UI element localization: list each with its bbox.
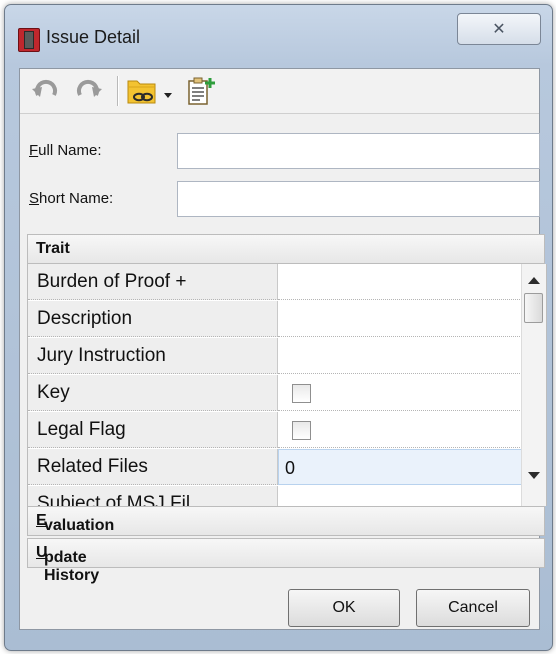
evaluation-title-rest: valuation bbox=[44, 517, 115, 534]
trait-name: Related Files bbox=[28, 449, 278, 485]
update-history-section-title: Update History bbox=[36, 544, 99, 584]
redo-icon[interactable] bbox=[70, 75, 106, 107]
cancel-button[interactable]: Cancel bbox=[416, 589, 530, 627]
update-history-section-header[interactable]: Update History bbox=[27, 538, 545, 584]
full-name-accesskey: F bbox=[29, 142, 39, 159]
ok-button[interactable]: OK bbox=[288, 589, 400, 627]
toolbar-separator bbox=[117, 76, 119, 106]
issue-detail-window: Issue Detail ✕ Full Name: Short Name: Tr… bbox=[4, 4, 553, 651]
short-name-input[interactable] bbox=[177, 181, 540, 217]
scroll-down-arrow-icon[interactable] bbox=[528, 472, 540, 479]
trait-value[interactable]: 0 bbox=[278, 449, 522, 485]
trait-name: Burden of Proof + bbox=[28, 264, 278, 300]
full-name-label-rest: ull Name: bbox=[38, 142, 102, 159]
trait-name: Legal Flag bbox=[28, 412, 278, 448]
evaluation-section-title: Evaluation bbox=[36, 512, 114, 534]
trait-value[interactable] bbox=[278, 338, 522, 374]
full-name-row: Full Name: bbox=[20, 129, 540, 173]
full-name-input[interactable] bbox=[177, 133, 540, 169]
trait-value-checkbox-cell bbox=[278, 375, 522, 411]
title-bar[interactable]: Issue Detail ✕ bbox=[5, 5, 552, 65]
toolbar bbox=[20, 69, 539, 114]
trait-name: Description bbox=[28, 301, 278, 337]
trait-value[interactable] bbox=[278, 264, 522, 300]
short-name-label: Short Name: bbox=[29, 190, 113, 207]
short-name-label-rest: hort Name: bbox=[39, 190, 114, 207]
close-button[interactable]: ✕ bbox=[457, 13, 541, 45]
trait-name: Key bbox=[28, 375, 278, 411]
legal-flag-checkbox[interactable] bbox=[292, 421, 311, 440]
trait-row[interactable]: Related Files 0 bbox=[28, 449, 522, 486]
trait-row[interactable]: Jury Instruction bbox=[28, 338, 522, 375]
window-title: Issue Detail bbox=[46, 27, 141, 47]
trait-grid: Burden of Proof + Description Jury Instr… bbox=[27, 264, 547, 506]
undo-icon[interactable] bbox=[28, 75, 64, 107]
update-history-title-rest: pdate History bbox=[44, 549, 100, 584]
full-name-label: Full Name: bbox=[29, 142, 102, 159]
trait-name: Jury Instruction bbox=[28, 338, 278, 374]
trait-row[interactable]: Legal Flag bbox=[28, 412, 522, 449]
dialog-body: Full Name: Short Name: Trait Burden of P… bbox=[19, 68, 547, 630]
trait-value[interactable] bbox=[278, 301, 522, 337]
trait-grid-scrollbar[interactable] bbox=[521, 264, 546, 506]
evaluation-section-header[interactable]: Evaluation bbox=[27, 506, 545, 536]
link-folder-icon[interactable] bbox=[125, 75, 161, 107]
trait-row[interactable]: Key bbox=[28, 375, 522, 412]
scroll-up-arrow-icon[interactable] bbox=[528, 277, 540, 284]
trait-section-title: Trait bbox=[36, 240, 70, 257]
key-checkbox[interactable] bbox=[292, 384, 311, 403]
short-name-row: Short Name: bbox=[20, 177, 540, 221]
trait-row[interactable]: Subject of MSJ Fil bbox=[28, 486, 522, 506]
trait-row[interactable]: Description bbox=[28, 301, 522, 338]
dropdown-arrow-icon[interactable] bbox=[161, 75, 175, 107]
trait-section-header[interactable]: Trait bbox=[27, 234, 545, 264]
trait-name: Subject of MSJ Fil bbox=[28, 486, 278, 506]
short-name-accesskey: S bbox=[29, 190, 40, 207]
trait-value[interactable] bbox=[278, 486, 522, 506]
add-clipboard-icon[interactable] bbox=[183, 75, 219, 107]
app-icon bbox=[18, 28, 40, 52]
trait-row[interactable]: Burden of Proof + bbox=[28, 264, 522, 301]
scroll-thumb[interactable] bbox=[524, 293, 543, 323]
trait-value-checkbox-cell bbox=[278, 412, 522, 448]
